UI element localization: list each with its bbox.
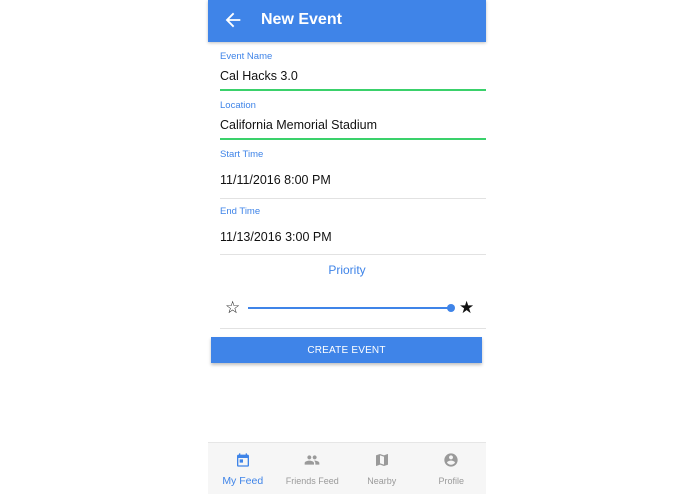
- end-time-label: End Time: [220, 206, 261, 217]
- priority-label: Priority: [328, 263, 366, 277]
- start-time-field: Start Time: [220, 149, 486, 199]
- phone-screen: New Event Event Name Location Start Time…: [208, 0, 486, 494]
- end-time-input[interactable]: [220, 228, 486, 245]
- tab-my-feed[interactable]: My Feed: [208, 443, 278, 494]
- event-name-label: Event Name: [220, 51, 273, 62]
- tab-profile[interactable]: Profile: [417, 443, 487, 494]
- priority-divider: [220, 328, 486, 329]
- end-time-divider: [220, 254, 486, 255]
- tab-label: Nearby: [367, 476, 397, 486]
- location-input[interactable]: [220, 116, 486, 133]
- star-outline-icon[interactable]: ☆: [225, 299, 240, 316]
- tab-label: My Feed: [222, 475, 264, 487]
- event-name-underline: [220, 89, 486, 91]
- app-bar: New Event: [208, 0, 486, 42]
- people-icon: [304, 455, 320, 465]
- start-time-divider: [220, 198, 486, 199]
- location-underline: [220, 138, 486, 140]
- page-title: New Event: [261, 11, 342, 28]
- end-time-field: End Time: [220, 206, 486, 255]
- location-label: Location: [220, 100, 256, 111]
- tab-nearby[interactable]: Nearby: [347, 443, 417, 494]
- location-field: Location: [220, 100, 486, 140]
- event-name-field: Event Name: [220, 51, 486, 91]
- tab-friends-feed[interactable]: Friends Feed: [278, 443, 348, 494]
- tab-label: Friends Feed: [285, 476, 339, 486]
- star-filled-icon[interactable]: ★: [459, 299, 474, 316]
- account-circle-icon: [444, 453, 458, 467]
- bottom-tab-bar: My Feed Friends Feed Nearby Profile: [208, 442, 486, 494]
- start-time-input[interactable]: [220, 171, 486, 188]
- create-event-button[interactable]: CREATE EVENT: [211, 337, 482, 363]
- event-name-input[interactable]: [220, 67, 486, 84]
- calendar-icon: [236, 453, 249, 467]
- tab-label: Profile: [438, 476, 464, 486]
- arrow-left-icon[interactable]: [222, 9, 244, 31]
- start-time-label: Start Time: [220, 149, 264, 160]
- priority-slider-thumb[interactable]: [447, 304, 455, 312]
- priority-slider[interactable]: [248, 307, 451, 309]
- map-icon: [375, 454, 388, 466]
